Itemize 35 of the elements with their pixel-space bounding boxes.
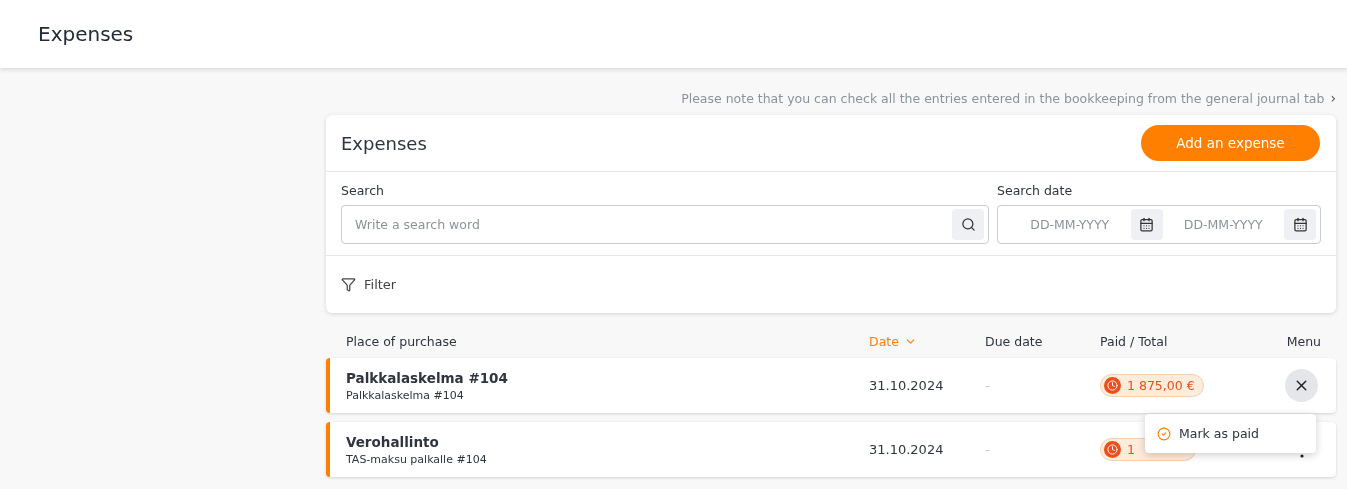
calendar-icon[interactable] bbox=[1284, 209, 1316, 240]
search-field[interactable]: Write a search word bbox=[341, 205, 989, 244]
date-input[interactable]: DD-MM-YYYY bbox=[1009, 216, 1131, 233]
date-range-field[interactable]: DD-MM-YYYY DD-MM-YYYY bbox=[997, 205, 1321, 244]
date-cell-text: 31.10.2024 bbox=[869, 442, 945, 457]
search-date-label: Search date bbox=[997, 183, 1074, 198]
clock-icon bbox=[1104, 441, 1121, 458]
date-cell-text: 31.10.2024 bbox=[869, 378, 945, 393]
clock-icon bbox=[1104, 377, 1121, 394]
row-subtitle: Palkkalaskelma #104 bbox=[346, 388, 465, 402]
row-title: Palkkalaskelma #104 bbox=[346, 369, 509, 386]
notice-text: Please note that you can check all the entries entered in the bookkeeping from the general journal tab bbox=[681, 90, 1325, 106]
search-input[interactable]: Write a search word bbox=[353, 216, 952, 233]
close-button[interactable] bbox=[1285, 369, 1318, 402]
due-date-cell-text: - bbox=[985, 442, 991, 457]
page-title: Expenses bbox=[38, 22, 134, 46]
check-circle-icon bbox=[1157, 426, 1171, 441]
calendar-icon[interactable] bbox=[1130, 209, 1163, 240]
due-date-cell-text: - bbox=[985, 378, 991, 393]
search-icon[interactable] bbox=[952, 209, 984, 240]
chevron-link[interactable]: › bbox=[1330, 90, 1336, 106]
amount-text: 1 bbox=[1127, 442, 1135, 457]
column-header[interactable]: Place of purchase bbox=[346, 333, 457, 349]
date-input[interactable]: DD-MM-YYYY bbox=[1162, 216, 1284, 233]
card-title: Expenses bbox=[341, 132, 427, 154]
row-subtitle: TAS-maksu palkalle #104 bbox=[346, 452, 488, 466]
filter-icon bbox=[341, 277, 356, 292]
expense-row[interactable]: Palkkalaskelma #104 Palkkalaskelma #104 31.10.2024 - 1 875,00 € bbox=[326, 358, 1336, 413]
amount-text: 1 875,00 € bbox=[1127, 378, 1195, 393]
column-header[interactable]: Due date bbox=[985, 333, 1043, 349]
column-header[interactable]: Menu bbox=[1286, 333, 1336, 349]
column-header[interactable]: Paid / Total bbox=[1100, 333, 1168, 349]
row-title: Verohallinto bbox=[346, 433, 440, 450]
filter-button[interactable]: Filter bbox=[341, 277, 397, 292]
search-label: Search bbox=[341, 183, 385, 198]
